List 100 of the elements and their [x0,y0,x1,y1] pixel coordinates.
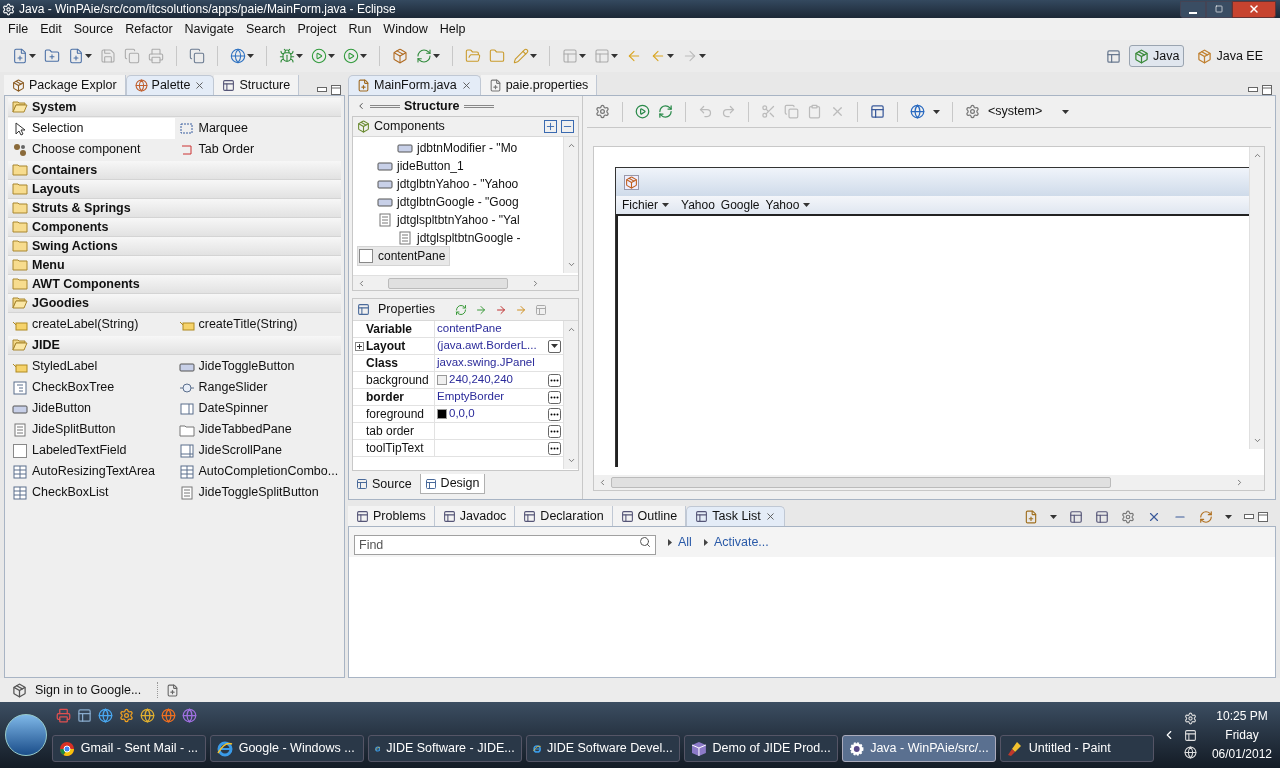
minimize-button[interactable] [1180,0,1206,18]
palette-group-header[interactable]: JGoodies [8,294,341,313]
dropdown-caret-icon[interactable] [360,54,367,58]
dropdown-caret-icon[interactable] [662,203,669,207]
menu-item[interactable]: Navigate [178,19,240,39]
close-icon[interactable] [194,80,206,91]
ellipsis-button[interactable] [548,407,561,421]
ellipsis-button[interactable] [548,441,561,455]
dropdown-caret-icon[interactable] [551,344,558,348]
dropdown-caret-icon[interactable] [933,109,940,114]
properties-icon[interactable] [870,104,885,119]
menu-item[interactable]: File [2,19,35,39]
tree-item[interactable]: jideButton_1 [377,157,468,175]
close-button[interactable] [1232,0,1276,18]
palette-group-header[interactable]: Components [8,218,341,237]
view-tab[interactable]: Javadoc [434,506,516,526]
palette-item[interactable]: JideButton [8,398,175,419]
grid-icon[interactable] [535,303,547,316]
filter-link[interactable]: All [678,532,692,552]
scroll-left-icon[interactable] [357,278,366,288]
dropdown-caret-icon[interactable] [328,54,335,58]
palette-item[interactable]: JideToggleButton [174,356,341,377]
taskbar-button[interactable]: JIDE Software Devel... [525,735,680,762]
expand-all-icon[interactable] [544,120,557,133]
view-tab[interactable]: Palette [125,75,215,95]
palette-item[interactable]: createLabel(String) [8,314,175,335]
look-and-feel-select[interactable]: <system> [988,102,1055,121]
clock[interactable]: 10:25 PM Friday 06/01/2012 [1211,706,1280,764]
dropdown-caret-icon[interactable] [433,54,440,58]
scroll-right-icon[interactable] [1235,478,1244,487]
view-tab[interactable]: paie.properties [480,75,598,95]
palette-item[interactable]: StyledLabel [8,356,175,377]
taskbar-button[interactable]: Google - Windows ... [209,735,364,762]
scroll-thumb[interactable] [388,277,509,289]
menu-item[interactable]: Edit [34,19,68,39]
menu-item[interactable]: Refactor [119,19,179,39]
palette-group-header[interactable]: Menu [8,256,341,275]
editor-mode-tab[interactable]: Design [419,474,485,494]
package-icon[interactable] [392,48,408,64]
maximize-icon[interactable] [1258,512,1268,522]
palette-group-header[interactable]: JIDE [8,336,341,355]
debug-icon[interactable] [279,48,295,64]
dropdown-button[interactable] [548,339,561,353]
view-tab[interactable]: MainForm.java [348,75,481,95]
palette-item[interactable]: Marquee [174,118,341,139]
gear-icon[interactable] [595,104,610,119]
palette-item[interactable]: AutoCompletionCombo... [174,461,341,482]
view-tab[interactable]: Declaration [515,506,613,526]
menu-item[interactable]: Help [433,19,472,39]
browser-icon[interactable] [139,708,155,723]
dropdown-caret-icon[interactable] [29,54,36,58]
view-tab[interactable]: Structure [214,75,300,95]
menu-item[interactable]: Source [67,19,120,39]
palette-item[interactable]: LabeledTextField [8,440,175,461]
dropdown-caret-icon[interactable] [247,54,254,58]
palette-item[interactable]: JideTabbedPane [174,419,341,440]
globe-icon[interactable] [230,48,246,64]
desktop-icon[interactable] [76,708,92,723]
dropdown-caret-icon[interactable] [699,54,706,58]
scheduled-icon[interactable] [1095,510,1109,524]
dropdown-caret-icon[interactable] [579,54,586,58]
find-field[interactable]: Find [354,535,656,555]
browser-icon[interactable] [97,708,113,723]
dropdown-caret-icon[interactable] [1050,515,1057,519]
ellipsis-button[interactable] [548,373,561,387]
maximize-icon[interactable] [331,85,341,95]
frame-menu-item[interactable]: Yahoo [681,196,715,214]
minimize-icon[interactable] [317,87,327,93]
tree-item[interactable]: jdtglspltbtnYahoo - "Yal [377,211,524,229]
maximize-icon[interactable] [1262,85,1272,95]
scroll-down-icon[interactable] [566,260,576,269]
perspective-button[interactable]: Java EE [1192,45,1268,67]
taskbar-button[interactable]: Java - WinPAie/src/... [841,735,996,762]
scroll-left-icon[interactable] [598,478,607,487]
palette-group-header[interactable]: AWT Components [8,275,341,294]
scroll-up-icon[interactable] [1252,151,1262,160]
refresh-icon[interactable] [658,104,673,119]
palette-group-header[interactable]: Containers [8,161,341,180]
view-tab[interactable]: Task List [686,506,785,526]
menu-item[interactable]: Window [377,19,434,39]
browser-icon[interactable] [181,708,197,723]
copy-icon[interactable] [189,48,205,64]
new-task-icon[interactable] [1024,510,1038,524]
scroll-down-icon[interactable] [566,456,576,465]
menu-item[interactable]: Run [342,19,378,39]
ellipsis-button[interactable] [548,390,561,404]
expand-icon[interactable] [355,341,364,351]
frame-menu-item[interactable]: Fichier [622,196,669,214]
vertical-scrollbar[interactable] [563,137,578,273]
fast-view-icon[interactable] [166,683,180,697]
filter-link[interactable]: Activate... [713,532,769,552]
search-icon[interactable] [639,536,651,548]
tree-item[interactable]: jdtglspltbtnGoogle - [397,229,525,247]
open-perspective-icon[interactable] [1106,48,1122,64]
status-message[interactable]: Sign in to Google... [35,680,142,700]
minimize-icon[interactable] [1244,514,1254,520]
palette-item[interactable]: JideToggleSplitButton [174,482,341,503]
editor-mode-tab[interactable]: Source [352,474,416,494]
palette-item[interactable]: createTitle(String) [174,314,341,335]
taskbar-button[interactable]: Gmail - Sent Mail - ... [51,735,206,762]
